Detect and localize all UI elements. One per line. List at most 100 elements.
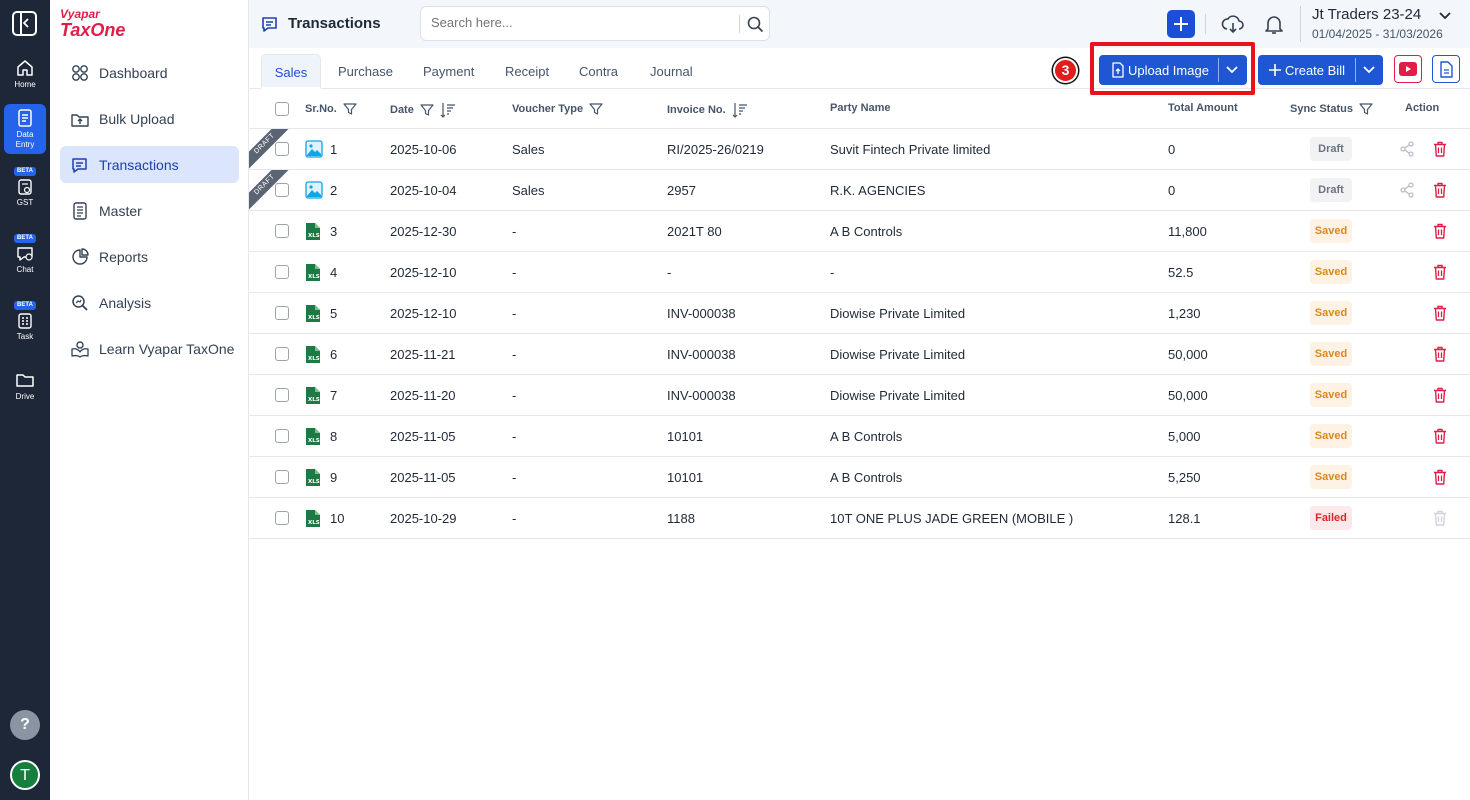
youtube-icon <box>1399 62 1417 76</box>
delete-icon[interactable] <box>1433 182 1447 198</box>
column-label: Sr.No. <box>305 103 337 115</box>
delete-icon[interactable] <box>1433 141 1447 157</box>
sr-no: 5 <box>330 306 338 321</box>
sr-no: 10 <box>330 511 345 526</box>
delete-icon[interactable] <box>1433 469 1447 485</box>
filter-icon[interactable] <box>589 102 603 116</box>
row-checkbox[interactable] <box>275 306 289 320</box>
table-row[interactable]: XLS 7 2025-11-20 - INV-000038 Diowise Private… <box>249 375 1470 416</box>
table-row[interactable]: XLS 4 2025-12-10 - - - 52.5 Saved <box>249 252 1470 293</box>
collapse-sidebar-icon[interactable] <box>12 11 37 36</box>
search-icon[interactable] <box>747 16 764 33</box>
filter-icon[interactable] <box>1359 102 1373 116</box>
delete-icon[interactable] <box>1433 264 1447 280</box>
invoice-no: INV-000038 <box>667 306 736 321</box>
add-new-button[interactable] <box>1167 10 1195 38</box>
delete-icon[interactable] <box>1433 428 1447 444</box>
row-checkbox[interactable] <box>275 347 289 361</box>
chevron-down-icon[interactable] <box>1225 63 1239 77</box>
rail-item-gst[interactable]: BETA GST <box>4 167 46 208</box>
filter-icon[interactable] <box>420 103 434 117</box>
tab-sales[interactable]: Sales <box>261 54 321 89</box>
column-label: Total Amount <box>1168 102 1238 114</box>
delete-action[interactable] <box>1433 223 1447 242</box>
sort-icon[interactable] <box>440 102 456 118</box>
tab-receipt[interactable]: Receipt <box>495 54 559 89</box>
table-row[interactable]: XLS 6 2025-11-21 - INV-000038 Diowise Private… <box>249 334 1470 375</box>
help-button[interactable]: ? <box>10 710 40 740</box>
sidebar-item-reports[interactable]: Reports <box>60 238 239 275</box>
tab-contra[interactable]: Contra <box>569 54 628 89</box>
table-row[interactable]: DRAFT 2 2025-10-04 Sales 2957 R.K. AGENCIES 0 D… <box>249 170 1470 211</box>
table-row[interactable]: DRAFT 1 2025-10-06 Sales RI/2025-26/0219 Suvi… <box>249 129 1470 170</box>
delete-action[interactable] <box>1433 305 1447 324</box>
sidebar-item-bulk-upload[interactable]: Bulk Upload <box>60 100 239 137</box>
row-checkbox[interactable] <box>275 224 289 238</box>
row-checkbox[interactable] <box>275 429 289 443</box>
tab-purchase[interactable]: Purchase <box>328 54 403 89</box>
delete-action[interactable] <box>1433 264 1447 283</box>
delete-action[interactable] <box>1433 141 1447 160</box>
sr-no: 2 <box>330 183 338 198</box>
chevron-down-icon[interactable] <box>1438 9 1452 23</box>
upload-image-button[interactable]: Upload Image <box>1099 55 1247 85</box>
sidebar-item-dashboard[interactable]: Dashboard <box>60 54 239 91</box>
share-icon[interactable] <box>1399 141 1415 157</box>
tab-journal[interactable]: Journal <box>640 54 703 89</box>
delete-action[interactable] <box>1433 510 1447 529</box>
rail-item-label: Data Entry <box>15 130 35 149</box>
party-name: A B Controls <box>830 429 903 444</box>
rail-item-data-entry[interactable]: Data Entry <box>4 104 46 154</box>
avatar[interactable]: T <box>10 760 40 790</box>
table-row[interactable]: XLS 8 2025-11-05 - 10101 A B Controls 5,000 Sav… <box>249 416 1470 457</box>
delete-icon[interactable] <box>1433 305 1447 321</box>
table-row[interactable]: XLS 5 2025-12-10 - INV-000038 Diowise Private… <box>249 293 1470 334</box>
date: 2025-10-04 <box>390 183 457 198</box>
delete-action[interactable] <box>1433 182 1447 201</box>
delete-action[interactable] <box>1433 428 1447 447</box>
row-checkbox[interactable] <box>275 388 289 402</box>
rail-item-task[interactable]: BETA Task <box>4 301 46 342</box>
row-checkbox[interactable] <box>275 470 289 484</box>
row-checkbox[interactable] <box>275 265 289 279</box>
sidebar-item-learn[interactable]: Learn Vyapar TaxOne <box>60 330 239 367</box>
delete-icon[interactable] <box>1433 510 1447 526</box>
sidebar-item-master[interactable]: Master <box>60 192 239 229</box>
create-bill-button[interactable]: Create Bill <box>1258 55 1383 85</box>
table-row[interactable]: XLS 3 2025-12-30 - 2021T 80 A B Controls 11,80… <box>249 211 1470 252</box>
rail-item-chat[interactable]: BETA Chat <box>4 234 46 275</box>
company-name[interactable]: Jt Traders 23-24 <box>1312 6 1421 23</box>
delete-action[interactable] <box>1433 387 1447 406</box>
sort-icon[interactable] <box>732 102 748 118</box>
cloud-download-icon[interactable] <box>1221 12 1245 36</box>
invoice-no: 10101 <box>667 429 704 444</box>
delete-icon[interactable] <box>1433 223 1447 239</box>
row-checkbox[interactable] <box>275 142 289 156</box>
tab-payment[interactable]: Payment <box>413 54 484 89</box>
youtube-button[interactable] <box>1394 55 1422 83</box>
bell-icon[interactable] <box>1262 12 1286 36</box>
delete-icon[interactable] <box>1433 346 1447 362</box>
sidebar-item-transactions[interactable]: Transactions <box>60 146 239 183</box>
rail-item-drive[interactable]: Drive <box>4 370 46 402</box>
share-action[interactable] <box>1399 182 1415 201</box>
bulk-upload-icon <box>71 113 89 127</box>
share-icon[interactable] <box>1399 182 1415 198</box>
row-checkbox[interactable] <box>275 183 289 197</box>
sidebar-item-analysis[interactable]: Analysis <box>60 284 239 321</box>
select-all-checkbox[interactable] <box>275 102 289 116</box>
filter-icon[interactable] <box>343 102 357 116</box>
table-row[interactable]: XLS 10 2025-10-29 - 1188 10T ONE PLUS JADE GR… <box>249 498 1470 539</box>
share-action[interactable] <box>1399 141 1415 160</box>
search-input[interactable] <box>431 15 731 30</box>
chevron-down-icon[interactable] <box>1362 63 1376 77</box>
delete-action[interactable] <box>1433 469 1447 488</box>
document-button[interactable] <box>1432 55 1460 83</box>
svg-text:XLS: XLS <box>308 438 320 444</box>
rail-item-home[interactable]: Home <box>4 58 46 90</box>
delete-action[interactable] <box>1433 346 1447 365</box>
delete-icon[interactable] <box>1433 387 1447 403</box>
plus-icon <box>1269 64 1281 76</box>
row-checkbox[interactable] <box>275 511 289 525</box>
table-row[interactable]: XLS 9 2025-11-05 - 10101 A B Controls 5,250 Sav… <box>249 457 1470 498</box>
